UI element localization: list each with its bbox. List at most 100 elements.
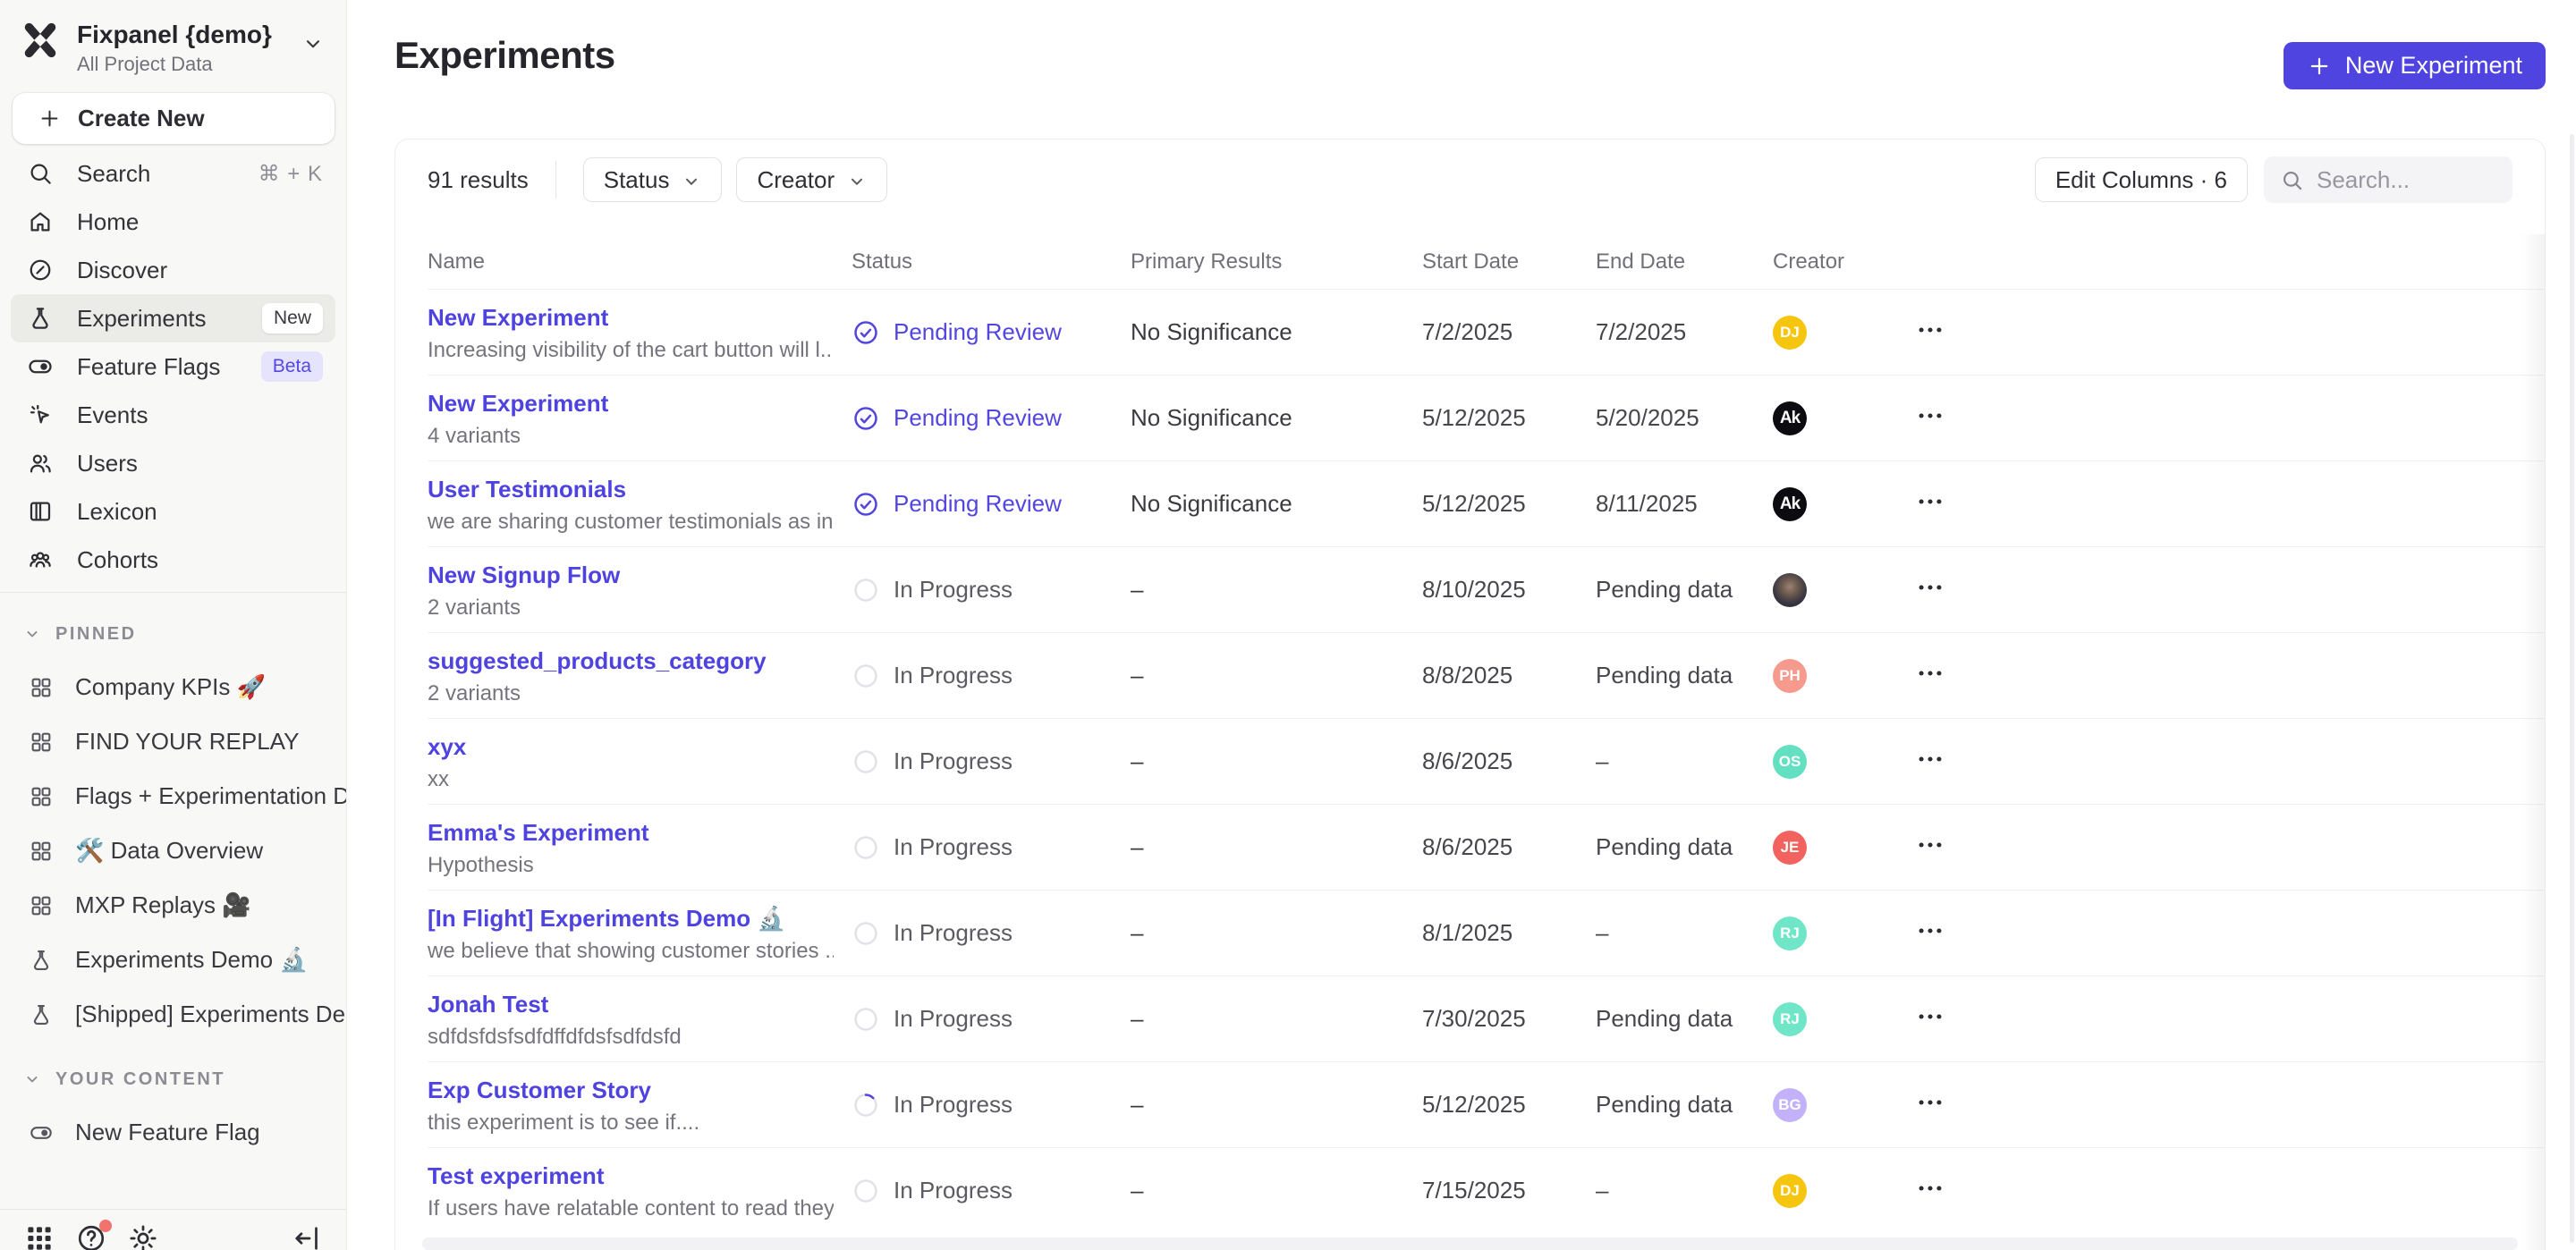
sidebar-item-label: FIND YOUR REPLAY [75, 728, 299, 756]
sidebar-item-discover[interactable]: Discover [11, 246, 335, 294]
sidebar-item-feature-flags[interactable]: Feature Flags Beta [11, 342, 335, 391]
help-icon[interactable] [75, 1222, 107, 1250]
table-row[interactable]: New Experiment Increasing visibility of … [428, 289, 2545, 375]
table-header-row: Name Status Primary Results Start Date E… [428, 234, 2545, 289]
collapse-sidebar-icon[interactable] [291, 1222, 323, 1250]
sidebar-item-home[interactable]: Home [11, 198, 335, 246]
sidebar-item-company-kpis[interactable]: Company KPIs 🚀 [0, 660, 346, 714]
workspace-name: Fixpanel {demo} [77, 21, 272, 49]
creator-avatar: PH [1773, 659, 1807, 693]
end-date-cell: 8/11/2025 [1596, 490, 1773, 518]
sidebar-item-data-overview[interactable]: 🛠️ Data Overview [0, 823, 346, 878]
your-content-section-header[interactable]: YOUR CONTENT [0, 1060, 346, 1098]
table-row[interactable]: New Signup Flow 2 variants In Progress –… [428, 546, 2545, 632]
table-row[interactable]: Emma's Experiment Hypothesis In Progress… [428, 804, 2545, 890]
beta-badge: Beta [261, 351, 323, 382]
table-row[interactable]: [In Flight] Experiments Demo 🔬 we believ… [428, 890, 2545, 976]
experiment-name-link[interactable]: New Experiment [428, 303, 834, 333]
search-box[interactable] [2264, 156, 2512, 203]
column-header-start-date[interactable]: Start Date [1422, 249, 1596, 274]
table-row[interactable]: xyx xx In Progress – 8/6/2025 – OS [428, 718, 2545, 804]
sidebar-item-find-your-replay[interactable]: FIND YOUR REPLAY [0, 714, 346, 769]
experiment-subtitle: this experiment is to see if.... [428, 1110, 834, 1136]
column-header-end-date[interactable]: End Date [1596, 249, 1773, 274]
sidebar-item-label: Flags + Experimentation Demo [75, 782, 346, 810]
home-icon [27, 208, 54, 235]
status-cell: Pending Review [852, 490, 1131, 519]
experiment-name-link[interactable]: Emma's Experiment [428, 818, 834, 848]
experiment-subtitle: 4 variants [428, 423, 834, 450]
sidebar-divider [0, 592, 346, 593]
experiment-name-link[interactable]: Test experiment [428, 1161, 834, 1191]
sidebar-item-experiments[interactable]: Experiments New [11, 294, 335, 342]
table-row[interactable]: suggested_products_category 2 variants I… [428, 632, 2545, 718]
sidebar-item-lexicon[interactable]: Lexicon [11, 487, 335, 536]
column-header-creator[interactable]: Creator [1773, 249, 1911, 274]
experiment-name-link[interactable]: xyx [428, 732, 834, 762]
horizontal-scrollbar[interactable] [422, 1237, 2518, 1250]
column-header-name[interactable]: Name [428, 249, 852, 274]
sidebar-item-cohorts[interactable]: Cohorts [11, 536, 335, 584]
experiment-name-link[interactable]: Exp Customer Story [428, 1076, 834, 1105]
start-date-cell: 8/8/2025 [1422, 662, 1596, 689]
experiment-subtitle: sdfdsfdsfsdfdffdfdsfsdfdsfd [428, 1024, 834, 1051]
chevron-down-icon [847, 170, 867, 190]
row-menu-button[interactable] [1915, 916, 1945, 946]
table-row[interactable]: New Experiment 4 variants Pending Review… [428, 375, 2545, 460]
experiment-name-link[interactable]: User Testimonials [428, 475, 834, 504]
table-toolbar: 91 results Status Creator Edit Column [428, 157, 2512, 202]
new-experiment-button[interactable]: New Experiment [2284, 42, 2546, 89]
experiments-card: 91 results Status Creator Edit Column [394, 139, 2546, 1250]
table-row[interactable]: Jonah Test sdfdsfdsfsdfdffdfdsfsdfdsfd I… [428, 976, 2545, 1061]
book-icon [27, 498, 54, 525]
your-content-section-title: YOUR CONTENT [55, 1069, 225, 1090]
experiment-name-link[interactable]: suggested_products_category [428, 646, 834, 676]
table-row[interactable]: User Testimonials we are sharing custome… [428, 460, 2545, 546]
sidebar-item-search[interactable]: Search ⌘ + K [11, 149, 335, 198]
row-menu-button[interactable] [1915, 401, 1945, 431]
sidebar-item-mxp-replays[interactable]: MXP Replays 🎥 [0, 878, 346, 933]
create-new-button[interactable]: Create New [13, 93, 335, 144]
edit-columns-button[interactable]: Edit Columns · 6 [2035, 157, 2248, 202]
end-date-cell: – [1596, 919, 1773, 947]
status-filter-button[interactable]: Status [583, 157, 723, 202]
sidebar-item-shipped-experiments-demo[interactable]: [Shipped] Experiments Demo 🖊️ [0, 987, 346, 1042]
end-date-cell: Pending data [1596, 662, 1773, 689]
row-menu-button[interactable] [1915, 572, 1945, 603]
row-menu-button[interactable] [1915, 1001, 1945, 1032]
row-menu-button[interactable] [1915, 486, 1945, 517]
experiment-name-link[interactable]: New Signup Flow [428, 561, 834, 590]
start-date-cell: 8/10/2025 [1422, 576, 1596, 604]
sidebar-item-new-feature-flag[interactable]: New Feature Flag [0, 1105, 346, 1160]
experiment-name-link[interactable]: [In Flight] Experiments Demo 🔬 [428, 904, 834, 933]
sidebar-item-label: Home [77, 208, 139, 236]
column-header-primary-results[interactable]: Primary Results [1131, 249, 1422, 274]
end-date-cell: Pending data [1596, 1091, 1773, 1119]
column-header-status[interactable]: Status [852, 249, 1131, 274]
sidebar-item-events[interactable]: Events [11, 391, 335, 439]
sidebar-item-experiments-demo[interactable]: Experiments Demo 🔬 [0, 933, 346, 987]
experiment-name-link[interactable]: New Experiment [428, 389, 834, 418]
pinned-section-header[interactable]: PINNED [0, 615, 346, 653]
row-menu-button[interactable] [1915, 315, 1945, 345]
progress-circle-icon [852, 662, 880, 690]
row-menu-button[interactable] [1915, 1173, 1945, 1204]
row-menu-button[interactable] [1915, 744, 1945, 774]
apps-grid-icon[interactable] [23, 1222, 55, 1250]
row-menu-button[interactable] [1915, 830, 1945, 860]
sidebar-item-flags-experimentation-demo[interactable]: Flags + Experimentation Demo [0, 769, 346, 823]
settings-gear-icon[interactable] [127, 1222, 159, 1250]
status-cell: Pending Review [852, 318, 1131, 347]
status-filter-label: Status [604, 166, 670, 194]
sidebar-item-users[interactable]: Users [11, 439, 335, 487]
row-menu-button[interactable] [1915, 1087, 1945, 1118]
row-menu-button[interactable] [1915, 658, 1945, 688]
workspace-switcher[interactable]: Fixpanel {demo} All Project Data [0, 0, 346, 86]
creator-filter-button[interactable]: Creator [736, 157, 887, 202]
table-row[interactable]: Exp Customer Story this experiment is to… [428, 1061, 2545, 1147]
table-row[interactable]: Test experiment If users have relatable … [428, 1147, 2545, 1233]
start-date-cell: 8/6/2025 [1422, 833, 1596, 861]
experiment-name-link[interactable]: Jonah Test [428, 990, 834, 1019]
vertical-scrollbar[interactable] [2570, 134, 2574, 1243]
search-input[interactable] [2317, 166, 2496, 194]
